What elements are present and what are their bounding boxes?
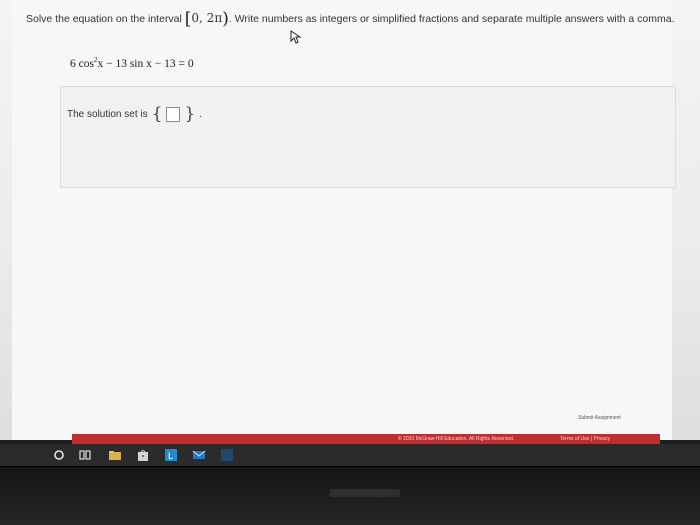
equation: 6 cos2x − 13 sin x − 13 = 0 <box>70 56 194 70</box>
question-text: Solve the equation on the interval [0, 2… <box>26 9 676 29</box>
store-icon[interactable] <box>136 448 150 462</box>
answer-period: . <box>199 109 203 120</box>
submit-assignment-button[interactable]: Submit Assignment <box>578 415 621 421</box>
terms-link[interactable]: Terms of Use <box>560 436 589 442</box>
monitor-logo <box>330 489 400 497</box>
privacy-link[interactable]: Privacy <box>594 436 610 442</box>
launcher-icon[interactable]: L <box>164 448 178 462</box>
question-prompt-start: Solve the equation on the interval <box>26 13 182 25</box>
footer-links: Terms of Use | Privacy <box>560 436 610 442</box>
answer-panel: The solution set is { } . <box>60 86 676 188</box>
screen: Solve the equation on the interval [0, 2… <box>0 0 700 440</box>
question-prompt-end: . Write numbers as integers or simplifie… <box>228 13 675 25</box>
taskbar: L <box>0 444 700 467</box>
answer-label: The solution set is <box>67 109 148 120</box>
answer-row: The solution set is { } . <box>67 106 202 123</box>
assignment-page: Solve the equation on the interval [0, 2… <box>12 0 676 440</box>
search-circle-icon[interactable] <box>52 448 66 462</box>
app-icon[interactable] <box>220 448 234 462</box>
file-explorer-icon[interactable] <box>108 448 122 462</box>
answer-input[interactable] <box>166 107 181 122</box>
mail-icon[interactable] <box>192 448 206 462</box>
monitor-bezel <box>0 467 700 525</box>
svg-text:L: L <box>168 451 173 461</box>
close-brace: } <box>184 104 196 124</box>
open-brace: { <box>151 104 163 124</box>
task-view-icon[interactable] <box>78 448 92 462</box>
mouse-pointer-icon <box>290 30 302 44</box>
interval: [0, 2π) <box>184 9 229 29</box>
footer-copyright: © 2020 McGraw-Hill Education. All Rights… <box>398 436 515 442</box>
